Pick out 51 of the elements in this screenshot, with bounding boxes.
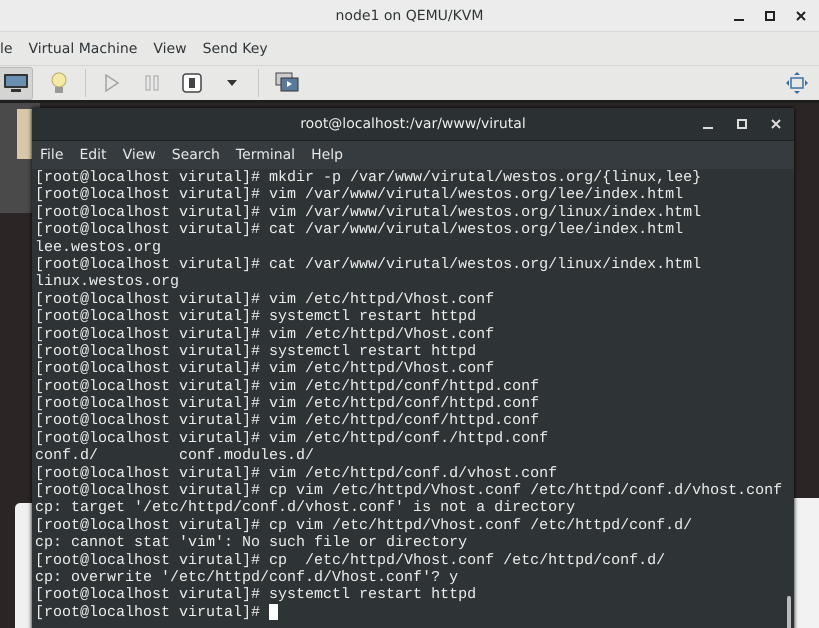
menu-item[interactable]: View bbox=[153, 40, 187, 56]
terminal-line: linux.westos.org bbox=[35, 273, 180, 291]
lightbulb-icon bbox=[50, 71, 68, 95]
caret-icon bbox=[226, 79, 238, 87]
monitor-icon bbox=[3, 73, 29, 93]
terminal-line: [root@localhost virutal]# vim /var/www/virutal/westos.org/lee/index.html bbox=[35, 186, 684, 204]
window-title: node1 on QEMU/KVM bbox=[336, 8, 484, 24]
terminal-line: [root@localhost virutal]# mkdir -p /var/www/virutal/westos.org/{linux,lee} bbox=[35, 169, 702, 186]
terminal-line: cp: target '/etc/httpd/conf.d/vhost.conf' is not a directory bbox=[35, 499, 576, 517]
resize-icon bbox=[785, 71, 809, 95]
terminal-line: [root@localhost virutal]# systemctl restart httpd bbox=[35, 586, 476, 604]
terminal-line: [root@localhost virutal]# systemctl restart httpd bbox=[35, 342, 476, 360]
close-icon[interactable] bbox=[795, 10, 807, 22]
terminal-line: cp: cannot stat 'vim': No such file or directory bbox=[35, 534, 468, 552]
terminal-line: cp: overwrite '/etc/httpd/conf.d/Vhost.conf'? y bbox=[35, 568, 458, 586]
menu-item[interactable]: Send Key bbox=[202, 40, 268, 56]
console-button[interactable] bbox=[0, 66, 33, 100]
terminal-line: [root@localhost virutal]# cp vim /etc/httpd/Vhost.conf /etc/httpd/conf.d/vhost.conf bbox=[35, 482, 782, 500]
scrollbar-thumb[interactable] bbox=[787, 596, 791, 628]
terminal-line: [root@localhost virutal]# cp vim /etc/httpd/Vhost.conf /etc/httpd/conf.d/ bbox=[35, 516, 692, 534]
terminal-line: [root@localhost virutal]# systemctl restart httpd bbox=[35, 308, 476, 326]
terminal-line: [root@localhost virutal]# bbox=[35, 604, 262, 622]
terminal-line: [root@localhost virutal]# vim /etc/httpd/Vhost.conf bbox=[35, 290, 494, 308]
menu-item[interactable]: Search bbox=[172, 147, 220, 163]
terminal-title: root@localhost:/var/www/virutal bbox=[300, 116, 526, 132]
text-cursor bbox=[269, 604, 278, 620]
terminal-line: [root@localhost virutal]# vim /etc/httpd/conf/httpd.conf bbox=[35, 378, 540, 396]
menu-item[interactable]: Terminal bbox=[236, 147, 296, 163]
terminal-line: [root@localhost virutal]# vim /etc/httpd/Vhost.conf bbox=[35, 326, 494, 343]
menu-item[interactable]: View bbox=[122, 147, 156, 163]
play-icon bbox=[104, 74, 120, 92]
menu-item[interactable]: Edit bbox=[79, 147, 107, 163]
terminal-line: [root@localhost virutal]# vim /etc/httpd/conf/httpd.conf bbox=[35, 412, 540, 430]
terminal-line: [root@localhost virutal]# cat /var/www/virutal/westos.org/lee/index.html bbox=[35, 221, 684, 239]
menu-item[interactable]: Virtual Machine bbox=[28, 40, 138, 56]
terminal-line: conf.d/ conf.modules.d/ bbox=[35, 447, 314, 465]
pause-icon bbox=[145, 75, 159, 91]
terminal-line: lee.westos.org bbox=[35, 238, 162, 256]
screens-icon bbox=[275, 72, 299, 94]
maximize-icon[interactable] bbox=[764, 10, 776, 22]
menu-item[interactable]: le bbox=[0, 40, 13, 56]
terminal-line: [root@localhost virutal]# vim /etc/httpd/conf/httpd.conf bbox=[35, 395, 540, 412]
menu-item[interactable]: Help bbox=[311, 147, 343, 163]
switch-icon bbox=[182, 73, 202, 93]
terminal-line: [root@localhost virutal]# cat /var/www/virutal/westos.org/linux/index.html bbox=[35, 256, 702, 274]
terminal-line: [root@localhost virutal]# vim /etc/httpd/conf.d/vhost.conf bbox=[35, 464, 558, 482]
terminal-line: [root@localhost virutal]# vim /etc/httpd/conf./httpd.conf bbox=[35, 430, 548, 448]
terminal-line: [root@localhost virutal]# cp /etc/httpd/Vhost.conf /etc/httpd/conf.d/ bbox=[35, 552, 666, 569]
menu-item[interactable]: File bbox=[40, 147, 64, 163]
terminal-line: [root@localhost virutal]# vim /var/www/virutal/westos.org/linux/index.html bbox=[35, 204, 702, 222]
terminal-line: [root@localhost virutal]# vim /etc/httpd/Vhost.conf bbox=[35, 360, 494, 378]
